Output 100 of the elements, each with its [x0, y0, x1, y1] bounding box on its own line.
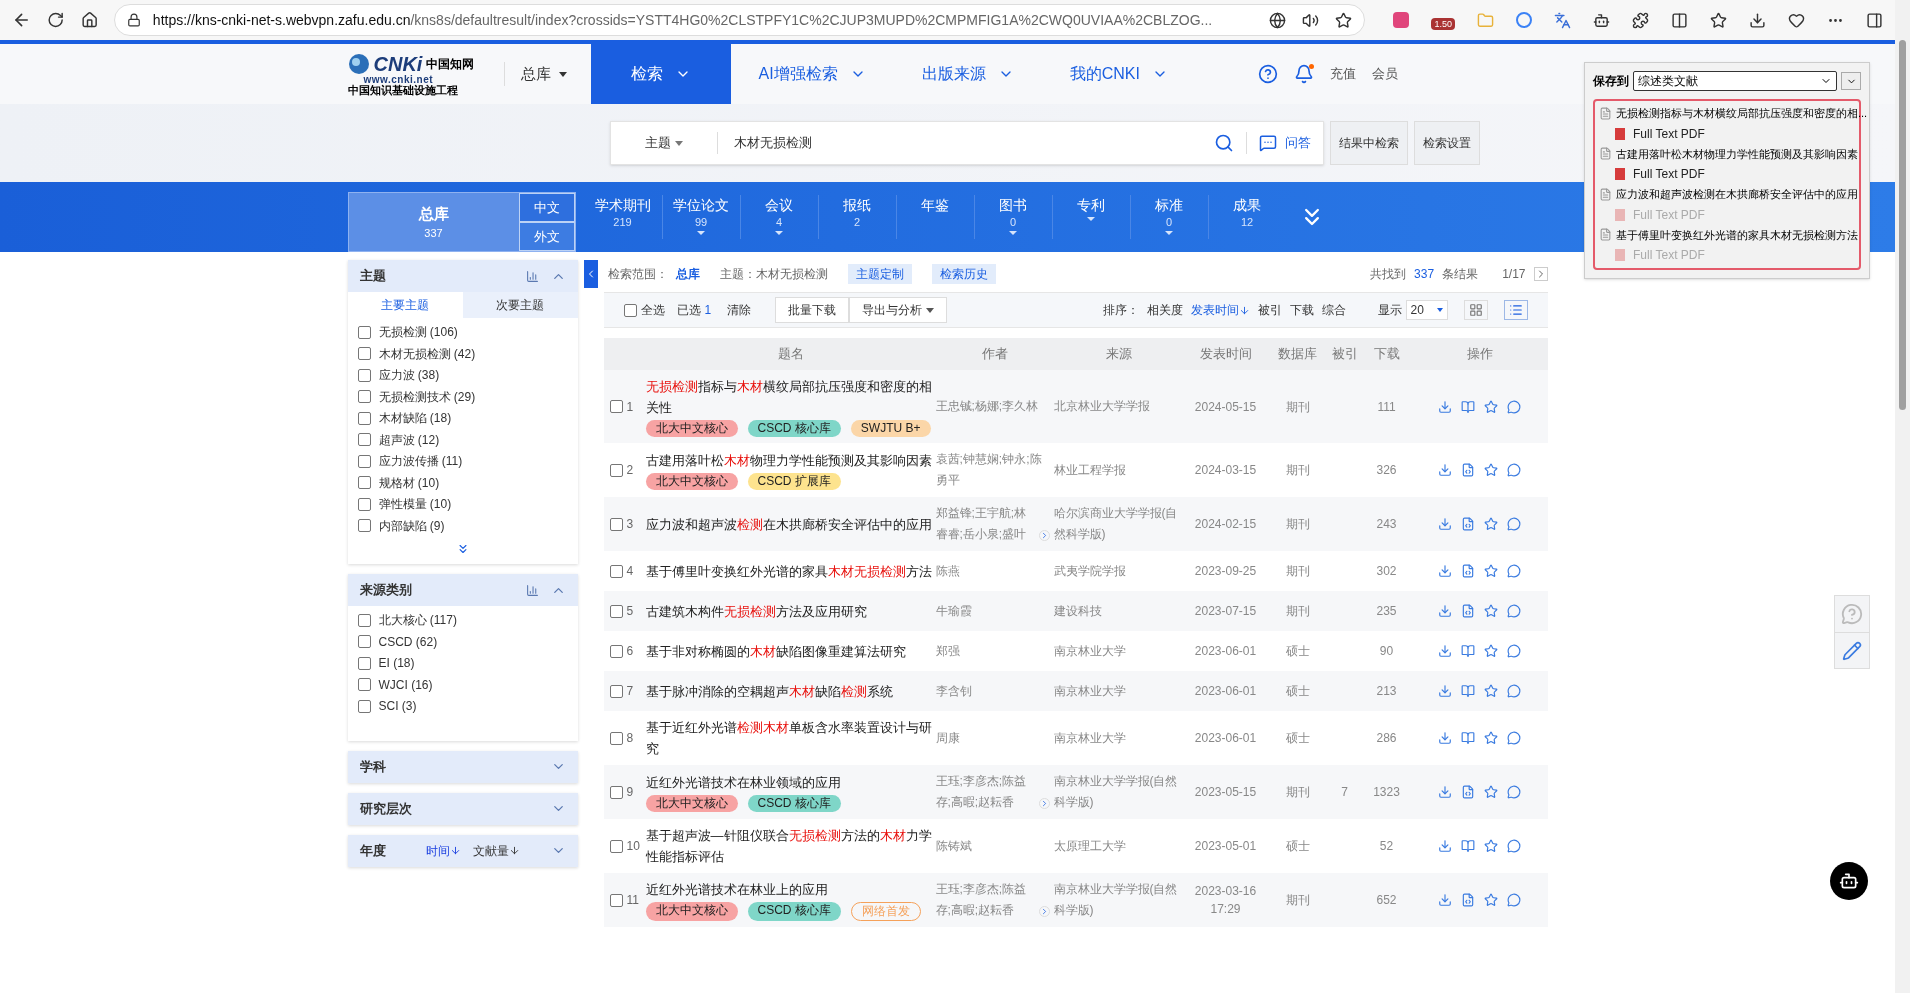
view-toggle[interactable] [1503, 300, 1528, 320]
checkbox[interactable] [357, 454, 371, 468]
source-link[interactable]: 南京林业大学 [1053, 680, 1184, 702]
checkbox[interactable] [609, 644, 623, 658]
code-file-icon[interactable] [1461, 517, 1475, 531]
sort-option[interactable]: 被引 [1257, 301, 1282, 319]
filter-option[interactable]: 超声波 (12) [378, 430, 440, 449]
nav-tab[interactable]: AI增强检索 [730, 44, 894, 104]
extension-icon[interactable] [1593, 11, 1610, 29]
author-names[interactable]: 陈铸斌 [935, 835, 972, 857]
bell-icon[interactable] [1293, 64, 1314, 84]
filter-option[interactable]: 规格材 (10) [378, 473, 440, 492]
filter-option[interactable]: 应力波 (38) [378, 366, 440, 385]
quote-icon[interactable] [1507, 644, 1521, 658]
author-names[interactable]: 袁茜;钟慧娴;钟永;陈勇平 [935, 449, 1050, 491]
database-tab[interactable]: 成果 12 [1207, 195, 1286, 239]
code-file-icon[interactable] [1461, 893, 1475, 907]
filter-option[interactable]: CSCD (62) [378, 632, 438, 651]
checkbox[interactable] [357, 497, 371, 511]
sort-link[interactable]: 时间 [425, 841, 461, 860]
search-option-button[interactable]: 结果中检索 [1329, 121, 1408, 165]
download-icon[interactable] [1749, 11, 1766, 29]
source-link[interactable]: 南京林业大学 [1053, 640, 1184, 662]
qa-button[interactable]: 问答 [1246, 133, 1323, 153]
result-option-button[interactable]: 检索历史 [931, 264, 996, 284]
toolbar-button[interactable]: 批量下载 [775, 297, 850, 323]
checkbox[interactable] [357, 347, 371, 361]
title-link[interactable]: 应力波和超声波检测在木拱廊桥安全评估中的应用 [645, 513, 932, 535]
folder-select[interactable]: 综述类文献 [1633, 71, 1837, 91]
filter-option[interactable]: 木材缺陷 (18) [378, 409, 452, 428]
extensions-icon[interactable] [1632, 11, 1649, 29]
code-file-icon[interactable] [1461, 564, 1475, 578]
book-icon[interactable] [1461, 839, 1475, 853]
nav-tab[interactable]: 检索 [590, 44, 731, 104]
filter-option[interactable]: WJCI (16) [378, 675, 433, 694]
database-tab[interactable]: 学位论文 99 [661, 195, 740, 239]
sort-option[interactable]: 发表时间 [1190, 301, 1250, 319]
checkbox[interactable] [609, 731, 623, 745]
title-link[interactable]: 基于脉冲消除的空耦超声木材缺陷检测系统 [645, 680, 932, 702]
title-link[interactable]: 基于傅里叶变换红外光谱的家具木材无损检测方法 [645, 560, 932, 582]
author-names[interactable]: 王忠铖;杨娜;李久林 [935, 396, 1039, 417]
checkbox[interactable] [357, 678, 371, 692]
document-title[interactable]: 古建用落叶松木材物理力学性能预测及其影响因素 [1616, 145, 1858, 162]
author-names[interactable]: 郑益锋;王宇航;林睿睿;岳小泉;盛叶 [935, 503, 1035, 545]
checkbox[interactable] [609, 463, 623, 477]
filter-option[interactable]: 内部缺陷 (9) [378, 516, 445, 535]
search-field[interactable]: 木材无损检测 [717, 133, 1214, 153]
read-aloud-icon[interactable] [1302, 11, 1320, 29]
logo[interactable]: CNKi 中国知网 www.cnki.net 中国知识基础设施工程 [347, 52, 488, 96]
database-tab[interactable]: 会议 4 [739, 195, 818, 239]
checkbox[interactable] [357, 390, 371, 404]
quote-icon[interactable] [1507, 463, 1521, 477]
checkbox[interactable] [609, 604, 623, 618]
favorite-icon[interactable] [1335, 11, 1353, 29]
checkbox[interactable] [357, 635, 371, 649]
source-link[interactable]: 南京林业大学学报(自然科学版) [1053, 771, 1184, 813]
checkbox[interactable] [357, 368, 371, 382]
search-bar[interactable]: 主题 木材无损检测 问答 [609, 121, 1324, 165]
checkbox[interactable] [609, 564, 623, 578]
language-tab[interactable]: 外文 [518, 222, 575, 251]
filter-option[interactable]: 北大核心 (117) [378, 611, 457, 630]
database-tab[interactable]: 报纸 2 [817, 195, 896, 239]
source-link[interactable]: 哈尔滨商业大学学报(自然科学版) [1053, 503, 1184, 545]
code-file-icon[interactable] [1461, 604, 1475, 618]
quote-icon[interactable] [1507, 785, 1521, 799]
panel-header[interactable]: 来源类别 [347, 574, 578, 606]
sort-link[interactable]: 文献量 [472, 841, 520, 860]
sort-option[interactable]: 综合 [1321, 301, 1346, 319]
source-link[interactable]: 建设科技 [1053, 600, 1184, 622]
quote-icon[interactable] [1507, 893, 1521, 907]
refresh-icon[interactable] [47, 11, 65, 29]
nav-tab[interactable]: 我的CNKI [1041, 44, 1196, 104]
page-size-select[interactable]: 20 [1405, 300, 1448, 320]
expand-button[interactable] [1841, 72, 1861, 90]
quote-icon[interactable] [1507, 564, 1521, 578]
toolbar-button[interactable]: 导出与分析 [849, 297, 948, 323]
help-icon[interactable] [1257, 64, 1278, 84]
quote-icon[interactable] [1507, 731, 1521, 745]
title-link[interactable]: 古建筑木构件无损检测方法及应用研究 [645, 600, 932, 622]
clear-button[interactable]: 清除 [727, 301, 752, 319]
scope-dropdown[interactable]: 总库 [520, 62, 591, 86]
assistant-button[interactable] [1830, 862, 1868, 900]
title-link[interactable]: 基于非对称椭圆的木材缺陷图像重建算法研究 [645, 640, 932, 662]
search-option-button[interactable]: 检索设置 [1413, 121, 1480, 165]
title-link[interactable]: 近红外光谱技术在林业领域的应用 [645, 772, 932, 793]
health-icon[interactable] [1788, 11, 1805, 29]
language-tab[interactable]: 中文 [518, 193, 575, 222]
filter-option[interactable]: 无损检测 (106) [378, 323, 458, 342]
favorites-icon[interactable] [1710, 11, 1727, 29]
pdf-entry[interactable]: Full Text PDF [1599, 124, 1855, 143]
title-link[interactable]: 基于近红外光谱检测木材单板含水率装置设计与研究 [645, 717, 932, 759]
checkbox[interactable] [357, 699, 371, 713]
nav-tab[interactable]: 出版来源 [893, 44, 1042, 104]
checkbox[interactable] [609, 785, 623, 799]
filter-option[interactable]: SCI (3) [378, 697, 417, 716]
book-icon[interactable] [1461, 731, 1475, 745]
select-all-label[interactable]: 全选 [640, 301, 665, 319]
title-link[interactable]: 近红外光谱技术在林业上的应用 [645, 879, 932, 900]
filter-option[interactable]: EI (18) [378, 654, 415, 673]
quote-icon[interactable] [1507, 604, 1521, 618]
